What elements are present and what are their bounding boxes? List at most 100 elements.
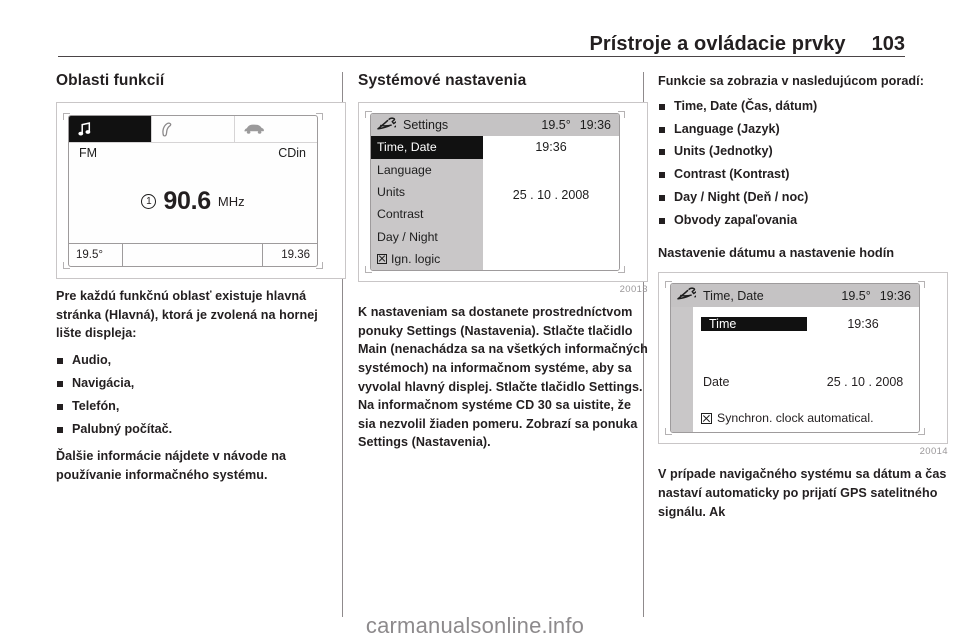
time-date-body: Time 19:36 Date 25 . 10 . 2008 Synchron. [671,307,919,433]
list-item-label: Language (Jazyk) [674,121,780,136]
bullet-square-icon [57,357,63,364]
list-item-label: Telefón, [72,398,120,413]
radio-temperature: 19.5° [69,244,123,266]
manual-page: Prístroje a ovládacie prvky 103 Oblasti … [0,0,960,642]
sync-clock-row[interactable]: Synchron. clock automatical. [701,411,874,425]
middle-column: Systémové nastavenia Settings 19.5° 19:3… [358,72,648,617]
time-date-status-group: 19.5° 19:36 [841,289,911,303]
middle-paragraph-1: K nastaveniam sa dostanete prostredníctv… [358,305,648,450]
left-paragraph-2: Ďalšie informácie nájdete v návode na po… [56,449,287,482]
section-heading-system-settings: Systémové nastavenia [358,72,527,89]
figure-number: 20013 [619,284,648,295]
bullet-square-icon [57,426,63,433]
car-icon [244,123,265,135]
radio-source-cd: CDin [278,146,306,160]
music-note-icon [78,121,92,137]
menu-item-time-date[interactable]: Time, Date [371,136,483,159]
left-paragraph-1: Pre každú funkčnú oblasť existuje hlavná… [56,289,318,341]
settings-menu-inner: Settings 19.5° 19:36 Time, Date Language… [359,103,631,281]
settings-wrench-icon [377,117,398,134]
list-item: Palubný počítač. [56,421,346,439]
list-item-label: Time, Date (Čas, dátum) [674,98,818,113]
phone-handset-icon [161,122,179,137]
radio-clock: 19.36 [281,249,310,261]
list-item: Navigácia, [56,375,346,393]
list-item: Audio, [56,352,346,370]
bullet-square-icon [659,195,665,202]
menu-item-label: Units [377,184,406,199]
list-item: Language (Jazyk) [658,121,948,139]
radio-display-inner: FM CDin 1 90.6 MHz 19.5° 19.36 [57,103,329,278]
date-row[interactable]: Date 25 . 10 . 2008 [693,375,919,389]
time-date-clock: 19:36 [879,288,911,303]
menu-item-label: Time, Date [377,140,437,155]
radio-tab-telephone[interactable] [152,116,235,142]
figure-settings-menu: Settings 19.5° 19:36 Time, Date Language… [358,102,648,295]
header-divider [58,56,905,57]
bullet-square-icon [57,403,63,410]
menu-item-day-night[interactable]: Day / Night [371,225,483,247]
radio-tab-audio[interactable] [69,116,152,142]
time-row[interactable]: Time 19:36 [693,317,919,332]
subsection-heading-date-clock: Nastavenie dátumu a nastavenie hodín [658,244,895,260]
bullet-square-icon [659,126,665,133]
menu-item-label: Ign. logic [391,251,441,266]
section-heading-functions: Oblasti funkcií [56,72,165,89]
menu-item-label: Day / Night [377,229,438,244]
menu-item-contrast[interactable]: Contrast [371,203,483,225]
menu-item-units[interactable]: Units [371,181,483,203]
menu-item-language[interactable]: Language [371,159,483,181]
right-bullet-list: Time, Date (Čas, dátum) Language (Jazyk)… [658,98,948,230]
radio-source-band: FM [79,146,98,160]
radio-source-row: FM CDin [69,143,317,160]
figure-time-date-frame: Time, Date 19.5° 19:36 Time 19:36 Date 2… [658,272,948,445]
time-date-title-bar: Time, Date 19.5° 19:36 [671,284,919,308]
page-header: Prístroje a ovládacie prvky 103 [58,14,905,54]
radio-frequency-unit: MHz [217,194,245,209]
list-item-label: Obvody zapaľovania [674,213,798,227]
radio-frequency-row: 1 90.6 MHz [69,160,317,243]
time-date-side-rail [671,307,693,433]
settings-body: Time, Date Language Units Contrast Day /… [371,136,619,270]
settings-screen: Settings 19.5° 19:36 Time, Date Language… [370,113,620,271]
date-row-label: Date [703,375,730,390]
bullet-square-icon [659,149,665,156]
menu-item-ignition-logic[interactable]: Ign. logic [371,248,483,270]
settings-menu-list: Time, Date Language Units Contrast Day /… [371,136,483,270]
date-row-value: 25 . 10 . 2008 [826,375,904,390]
bullet-square-icon [659,172,665,179]
menu-item-label: Language [377,162,432,177]
sync-clock-label: Synchron. clock automatical. [717,411,874,426]
list-item: Time, Date (Čas, dátum) [658,98,948,116]
list-item: Units (Jednotky) [658,143,948,161]
list-item: Day / Night (Deň / noc) [658,189,948,207]
right-intro-paragraph: Funkcie sa zobrazia v nasledujúcom porad… [658,74,924,88]
left-column: Oblasti funkcií FM CDin 1 90.6 MHz 19.5°… [56,72,346,617]
bullet-square-icon [57,380,63,387]
time-date-screen: Time, Date 19.5° 19:36 Time 19:36 Date 2… [670,283,920,434]
checkbox-checked-icon[interactable] [377,253,387,264]
settings-value-time: 19:36 [535,140,567,155]
list-item: Contrast (Kontrast) [658,166,948,184]
radio-status-spacer [123,244,263,266]
radio-tab-vehicle[interactable] [235,116,317,142]
list-item-label: Units (Jednotky) [674,144,773,159]
bullet-square-icon [659,103,665,110]
time-date-title-label: Time, Date [703,288,764,303]
settings-value-date: 25 . 10 . 2008 [512,188,590,203]
settings-values-pane: 19:36 25 . 10 . 2008 [483,136,619,270]
checkbox-checked-icon[interactable] [701,412,712,424]
list-item: Obvody zapaľovania [658,212,948,230]
radio-screen: FM CDin 1 90.6 MHz 19.5° 19.36 [68,115,318,267]
bullet-square-icon [659,218,665,224]
settings-wrench-icon [677,287,698,304]
settings-clock: 19:36 [579,118,611,133]
left-bullet-list: Audio, Navigácia, Telefón, Palubný počít… [56,352,346,439]
list-item-label: Palubný počítač. [72,421,173,436]
list-item: Telefón, [56,398,346,416]
time-date-temperature: 19.5° [841,288,871,303]
page-number: 103 [871,33,905,55]
list-item-label: Day / Night (Deň / noc) [674,190,809,205]
settings-temperature: 19.5° [541,118,571,133]
time-date-inner: Time, Date 19.5° 19:36 Time 19:36 Date 2… [659,273,931,444]
